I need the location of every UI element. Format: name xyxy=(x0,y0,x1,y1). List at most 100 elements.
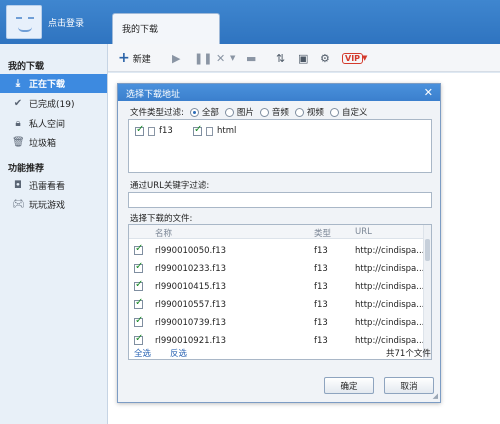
file-name: rl990010233.f13 xyxy=(155,263,227,274)
delete-icon[interactable]: ✕ xyxy=(216,44,225,72)
folder-icon[interactable]: ▬ xyxy=(246,44,256,72)
filter-label: 文件类型过滤: xyxy=(130,108,184,118)
table-row[interactable]: rl990010050.f13 f13 http://cindispa... xyxy=(129,242,425,259)
row-checkbox[interactable] xyxy=(134,333,143,345)
radio-audio[interactable] xyxy=(259,107,269,117)
toolbar: + 新建 ▶ ❚❚ ✕ ▼ ▬ ⇅ ▣ ⚙ VIP ▼ xyxy=(108,44,500,72)
trash-icon: 🗑︎ xyxy=(12,137,25,148)
url-filter-input[interactable] xyxy=(128,192,432,208)
sidebar-item-label: 玩玩游戏 xyxy=(29,201,66,211)
file-url: http://cindispa... xyxy=(355,245,425,256)
tab-label: 我的下载 xyxy=(122,25,159,35)
file-url: http://cindispa... xyxy=(355,299,425,310)
radio-all[interactable] xyxy=(189,107,199,117)
row-checkbox[interactable] xyxy=(134,297,143,309)
sidebar-item-label: 正在下载 xyxy=(29,80,66,90)
pause-icon[interactable]: ❚❚ xyxy=(194,44,212,72)
file-name: rl990010557.f13 xyxy=(155,299,227,310)
cancel-label: 取消 xyxy=(400,381,418,392)
ok-button[interactable]: 确定 xyxy=(324,377,374,394)
new-label: 新建 xyxy=(132,54,151,65)
select-download-dialog: 选择下载地址 ✕ 文件类型过滤: 全部 图片 音频 视频 自定义 f13 htm… xyxy=(117,83,441,403)
file-type: f13 xyxy=(314,263,328,274)
avatar-eye-icon xyxy=(28,17,34,19)
file-type: f13 xyxy=(314,245,328,256)
column-header-type[interactable]: 类型 xyxy=(314,227,331,239)
table-row[interactable]: rl990010739.f13 f13 http://cindispa... xyxy=(129,314,425,331)
sidebar-item-completed[interactable]: ✔ 已完成(19) xyxy=(0,94,107,113)
sidebar-item-private-space[interactable]: 🔒︎ 私人空间 xyxy=(0,114,107,133)
scrollbar-thumb[interactable] xyxy=(425,239,430,261)
files-label: 选择下载的文件: xyxy=(130,214,193,224)
settings-gear-icon[interactable]: ⚙ xyxy=(320,44,330,72)
radio-image[interactable] xyxy=(224,107,234,117)
table-header: 名称 类型 URL xyxy=(129,225,425,239)
file-type-item[interactable]: html xyxy=(193,124,237,136)
dialog-title-bar[interactable]: 选择下载地址 ✕ xyxy=(118,84,440,101)
sidebar-item-label: 迅雷看看 xyxy=(29,182,66,192)
resize-grip-icon[interactable]: ◢ xyxy=(433,392,438,400)
close-icon[interactable]: ✕ xyxy=(424,86,433,99)
file-url: http://cindispa... xyxy=(355,263,425,274)
properties-icon[interactable]: ▣ xyxy=(298,44,308,72)
vip-dropdown-icon[interactable]: ▼ xyxy=(362,44,367,72)
url-filter-label: 通过URL关键字过滤: xyxy=(130,181,210,191)
file-type: f13 xyxy=(314,317,328,328)
start-icon[interactable]: ▶ xyxy=(172,44,180,72)
table-scrollbar[interactable] xyxy=(423,225,431,359)
dialog-title: 选择下载地址 xyxy=(126,90,181,100)
row-checkbox[interactable] xyxy=(134,315,143,327)
radio-custom[interactable] xyxy=(329,107,339,117)
vip-icon[interactable]: VIP xyxy=(342,44,364,72)
ok-label: 确定 xyxy=(340,381,358,392)
file-icon xyxy=(148,126,155,136)
sidebar-item-downloading[interactable]: ⤓ 正在下载 xyxy=(0,74,107,93)
login-link[interactable]: 点击登录 xyxy=(48,16,84,29)
file-url: http://cindispa... xyxy=(355,317,425,328)
row-checkbox[interactable] xyxy=(134,279,143,291)
section-my-downloads: 我的下载 xyxy=(8,62,45,72)
select-all-link[interactable]: 全选 xyxy=(134,347,151,359)
row-checkbox[interactable] xyxy=(134,261,143,273)
avatar[interactable] xyxy=(6,5,42,39)
file-count: 共71个文件 xyxy=(386,349,431,359)
radio-video[interactable] xyxy=(294,107,304,117)
sidebar-item-label: 垃圾箱 xyxy=(29,139,57,149)
lock-icon: 🔒︎ xyxy=(15,118,21,129)
section-recommend: 功能推荐 xyxy=(8,164,45,174)
file-url: http://cindispa... xyxy=(355,335,425,346)
tab-my-downloads[interactable]: 我的下载 xyxy=(112,13,220,44)
plus-icon: + xyxy=(118,50,130,66)
table-row[interactable]: rl990010233.f13 f13 http://cindispa... xyxy=(129,260,425,277)
file-type-label: f13 xyxy=(159,126,173,136)
file-type: f13 xyxy=(314,299,328,310)
delete-dropdown-icon[interactable]: ▼ xyxy=(230,44,235,72)
sidebar-item-xunlei-kankan[interactable]: ◘ 迅雷看看 xyxy=(0,176,107,195)
new-button[interactable]: + 新建 xyxy=(118,44,151,72)
file-type: f13 xyxy=(314,335,328,346)
file-type-list: f13 html xyxy=(128,119,432,173)
file-type-checkbox[interactable] xyxy=(193,124,202,136)
radio-label: 视频 xyxy=(306,108,324,118)
row-checkbox[interactable] xyxy=(134,243,143,255)
sidebar-item-games[interactable]: 🎮︎ 玩玩游戏 xyxy=(0,195,107,214)
cancel-button[interactable]: 取消 xyxy=(384,377,434,394)
table-row[interactable]: rl990010557.f13 f13 http://cindispa... xyxy=(129,296,425,313)
download-icon: ⤓ xyxy=(15,78,21,89)
file-name: rl990010050.f13 xyxy=(155,245,227,256)
file-name: rl990010921.f13 xyxy=(155,335,227,346)
invert-selection-link[interactable]: 反选 xyxy=(170,347,187,359)
sidebar-item-label: 已完成(19) xyxy=(29,100,75,110)
file-table: 名称 类型 URL rl990010050.f13 f13 http://cin… xyxy=(128,224,432,360)
file-type-checkbox[interactable] xyxy=(135,124,144,136)
column-header-url[interactable]: URL xyxy=(355,227,372,237)
check-icon: ✔ xyxy=(13,98,23,109)
file-type-label: html xyxy=(217,126,237,136)
file-name: rl990010739.f13 xyxy=(155,317,227,328)
sidebar-item-trash[interactable]: 🗑︎ 垃圾箱 xyxy=(0,133,107,152)
table-row[interactable]: rl990010415.f13 f13 http://cindispa... xyxy=(129,278,425,295)
column-header-name[interactable]: 名称 xyxy=(155,227,172,239)
file-type-item[interactable]: f13 xyxy=(135,124,173,136)
sort-icon[interactable]: ⇅ xyxy=(276,44,285,72)
sidebar-item-label: 私人空间 xyxy=(29,120,66,130)
